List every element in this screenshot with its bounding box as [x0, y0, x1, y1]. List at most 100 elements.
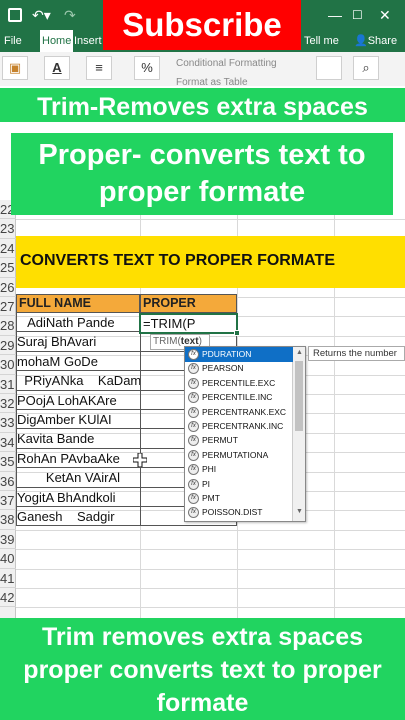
row-divider — [16, 588, 405, 589]
subscribe-banner[interactable]: Subscribe — [103, 0, 301, 50]
autocomplete-item[interactable]: fx PERCENTRANK.INC — [185, 419, 293, 434]
row-number[interactable]: 39 — [0, 530, 16, 550]
scroll-down-icon[interactable]: ▼ — [296, 508, 303, 515]
cells-icon[interactable] — [316, 56, 342, 80]
full-name-cell[interactable]: mohaM GoDe — [16, 351, 140, 372]
autocomplete-item[interactable]: fx PERMUTATIONA — [185, 448, 293, 463]
tab-home[interactable]: Home — [40, 30, 74, 52]
caption-bottom-line3: formate — [156, 689, 249, 717]
row-headers: 22 23 24 25 26 27 28 29 30 31 32 33 34 35 36 37 38 39 40 41… — [0, 200, 16, 618]
active-cell-formula[interactable]: =TRIM(P — [139, 313, 238, 334]
autocomplete-item[interactable]: fx PERMUT — [185, 433, 293, 448]
row-number[interactable]: 27 — [0, 297, 16, 317]
function-icon: fx — [188, 363, 199, 375]
autocomplete-item[interactable]: fx PDURATION — [185, 347, 293, 363]
row-number[interactable]: 34 — [0, 433, 16, 453]
header-proper-name[interactable]: PROPER NAME — [140, 294, 237, 327]
row-divider — [16, 568, 405, 570]
banner-text: CONVERTS TEXT TO PROPER FORMATE — [20, 252, 335, 269]
autocomplete-label: PERCENTRANK.INC — [202, 421, 284, 431]
autocomplete-item[interactable]: fx PERCENTRANK.EXC — [185, 405, 293, 420]
row-number[interactable]: 26 — [0, 278, 16, 297]
header-full-name[interactable]: FULL NAME — [16, 294, 140, 313]
autocomplete-label: POISSON.DIST — [202, 507, 263, 518]
row-number[interactable]: 32 — [0, 394, 16, 414]
row-number[interactable]: 37 — [0, 491, 16, 511]
full-name-cell[interactable]: Suraj BhAvari — [16, 332, 140, 352]
align-icon[interactable]: ≡ — [86, 56, 112, 80]
tab-insert[interactable]: Insert — [74, 33, 102, 49]
scroll-up-icon[interactable]: ▲ — [296, 349, 303, 356]
row-number[interactable]: 35 — [0, 452, 16, 472]
close-icon[interactable]: ✕ — [379, 6, 391, 24]
save-icon[interactable] — [8, 8, 22, 22]
caption-bottom-line1: Trim removes extra spaces — [41, 623, 364, 651]
function-icon: fx — [188, 435, 199, 447]
row-number[interactable]: 30 — [0, 355, 16, 375]
tell-me-box[interactable]: Tell me — [304, 33, 339, 49]
ribbon: ▣ A ≡ % Conditional Formatting Format as… — [0, 52, 405, 88]
full-name-cell[interactable]: AdiNath Pande — [16, 313, 140, 333]
tab-file[interactable]: File — [4, 33, 22, 49]
autocomplete-label: PERCENTRANK.EXC — [202, 406, 287, 417]
row-number[interactable]: 23 — [0, 219, 16, 239]
row-number[interactable]: 31 — [0, 375, 16, 394]
full-name-cell[interactable]: DigAmber KUlAI — [16, 410, 140, 430]
caption-proper-line2: proper formate — [98, 176, 306, 208]
autocomplete-item[interactable]: fx PI — [185, 477, 293, 492]
row-divider — [16, 549, 405, 551]
fill-handle[interactable] — [234, 330, 240, 336]
row-divider — [16, 607, 405, 609]
full-name-cell[interactable]: PRiyANka KaDam — [16, 371, 141, 391]
function-icon: fx — [188, 406, 199, 418]
row-number[interactable]: 25 — [0, 258, 16, 278]
scroll-thumb[interactable] — [295, 361, 303, 431]
redo-icon[interactable]: ↷ — [64, 6, 76, 24]
row-number[interactable]: 29 — [0, 336, 16, 356]
autocomplete-label: PHI — [202, 464, 217, 475]
function-autocomplete-list[interactable]: ▲ ▼ fx PDURATION fx PEARSON fx PERCENTILE.EXC… — [184, 346, 306, 522]
row-number[interactable]: 24 — [0, 239, 16, 259]
autocomplete-label: PMT — [202, 493, 220, 503]
share-button[interactable]: 👤Share — [354, 33, 397, 49]
undo-icon[interactable]: ↶▾ — [32, 6, 51, 24]
full-name-cell[interactable]: Ganesh Sadgir — [16, 507, 140, 527]
number-format-button[interactable]: % — [134, 56, 160, 80]
row-number[interactable]: 41 — [0, 569, 16, 588]
caption-bottom-line2: proper converts text to proper — [23, 656, 382, 684]
autocomplete-label: PI — [202, 478, 211, 489]
autocomplete-item[interactable]: fx PERCENTILE.INC — [185, 390, 293, 405]
autocomplete-item[interactable]: fx PERCENTILE.EXC — [185, 376, 293, 391]
row-number[interactable]: 33 — [0, 413, 16, 433]
function-icon: fx — [188, 349, 199, 360]
cell-cursor-icon — [133, 453, 147, 467]
font-color-icon[interactable]: A — [44, 56, 70, 80]
full-name-cell[interactable]: RohAn PAvbaAke — [16, 448, 140, 469]
row-number[interactable]: 28 — [0, 316, 16, 336]
autocomplete-item[interactable]: fx POISSON.DIST — [185, 505, 293, 520]
full-name-cell[interactable]: YogitA BhAndkoli — [16, 487, 140, 507]
row-number[interactable]: 36 — [0, 472, 16, 491]
autocomplete-item[interactable]: fx PEARSON — [185, 361, 293, 376]
conditional-formatting-button[interactable]: Conditional Formatting — [176, 58, 277, 69]
row-number[interactable]: 40 — [0, 549, 16, 569]
maximize-icon[interactable]: ☐ — [352, 6, 363, 24]
caption-trim: Trim-Removes extra spaces — [0, 86, 405, 124]
autocomplete-item[interactable]: fx PHI — [185, 462, 293, 477]
full-name-cell[interactable]: POojA LohAKAre — [16, 390, 140, 410]
paste-icon[interactable]: ▣ — [2, 56, 28, 80]
function-icon: fx — [188, 392, 199, 404]
share-label: Share — [367, 35, 398, 47]
autocomplete-scrollbar[interactable]: ▲ ▼ — [292, 347, 305, 521]
worksheet[interactable]: 22 23 24 25 26 27 28 29 30 31 32 33 34 35 36 37 38 39 40 41… — [0, 200, 405, 618]
autocomplete-item[interactable]: fx PMT — [185, 491, 293, 506]
function-icon: fx — [188, 449, 199, 461]
minimize-icon[interactable]: — — [328, 6, 342, 24]
full-name-cell[interactable]: KetAn VAirAl — [16, 468, 140, 488]
title-banner: CONVERTS TEXT TO PROPER FORMATE — [16, 236, 405, 288]
tooltip-function: TRIM( — [153, 336, 181, 347]
row-number[interactable]: 38 — [0, 510, 16, 530]
search-icon[interactable]: ⌕ — [353, 56, 379, 80]
full-name-cell[interactable]: Kavita Bande — [16, 429, 140, 449]
row-number[interactable]: 42 — [0, 588, 16, 608]
